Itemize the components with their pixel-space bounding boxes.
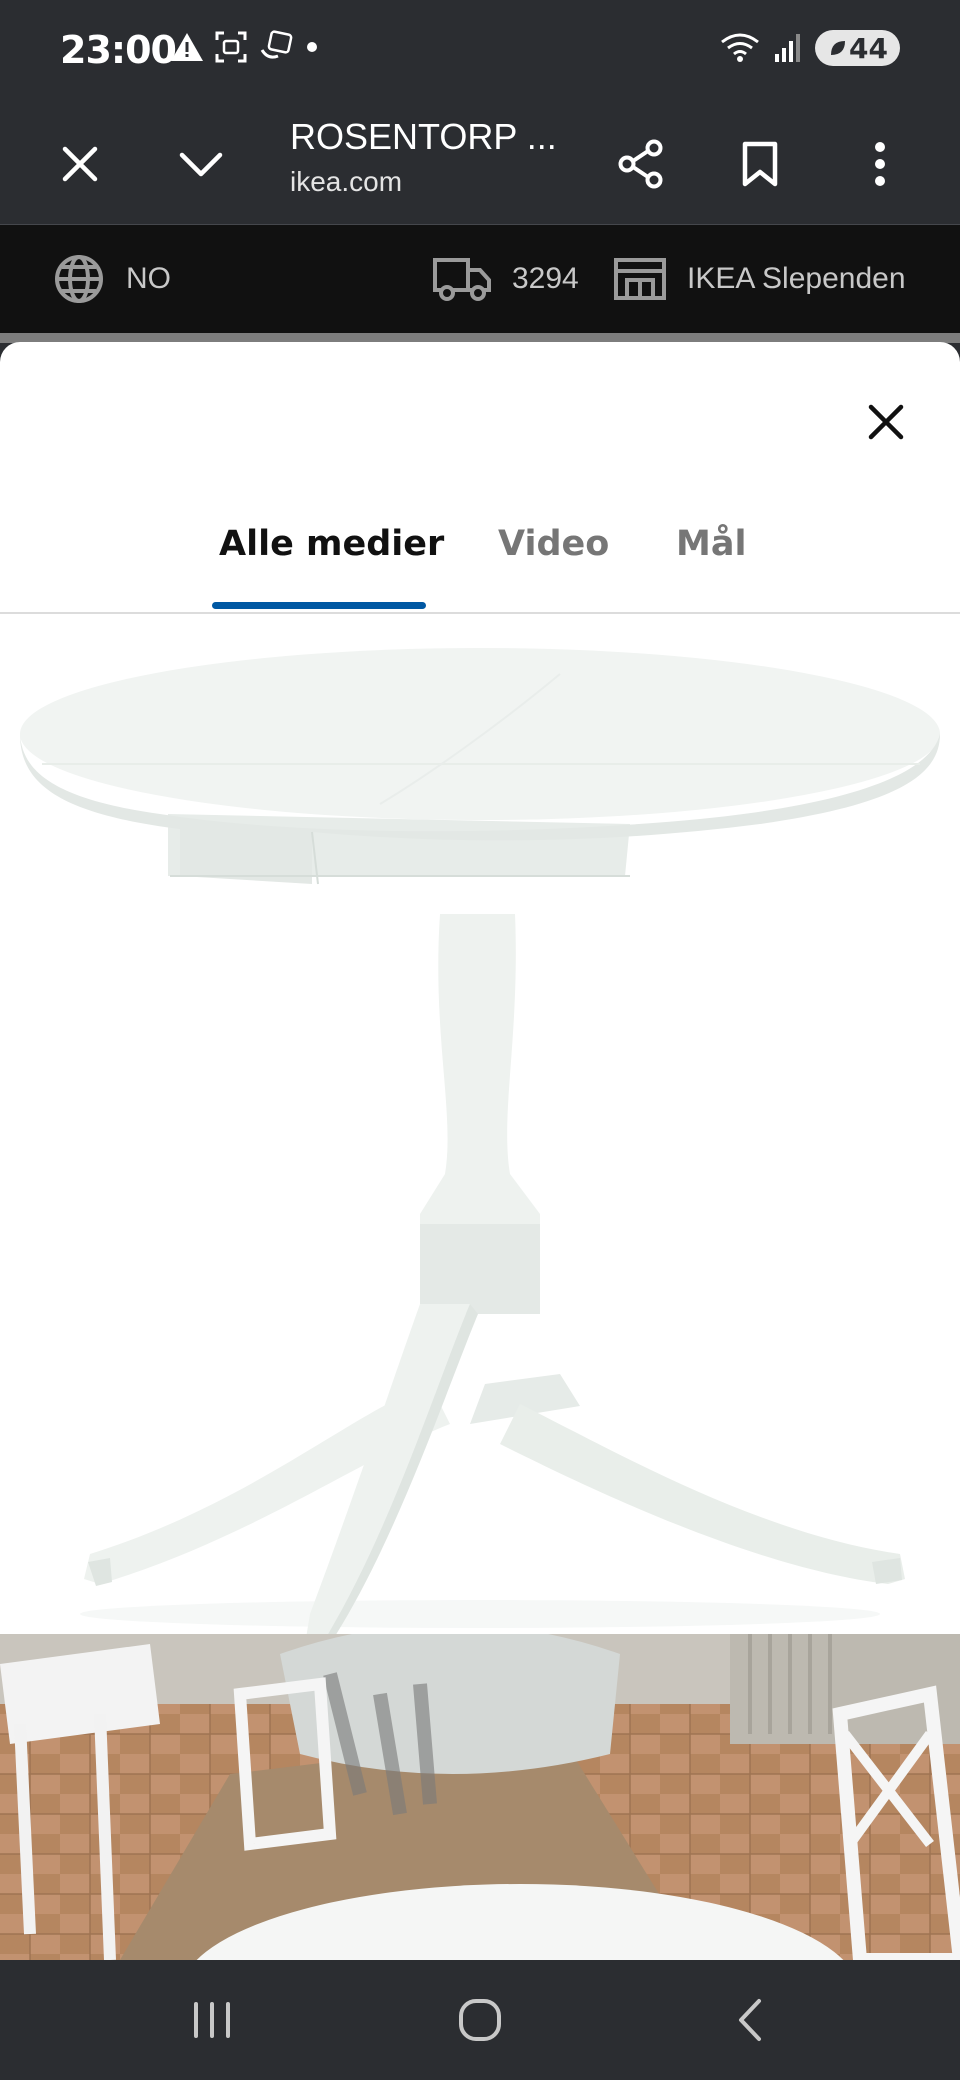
chevron-down-icon: [179, 152, 223, 177]
status-bar: 23:00 44: [0, 0, 960, 104]
store-icon: [614, 258, 666, 300]
table-illustration: [0, 614, 960, 1644]
recent-apps-icon: [194, 2002, 230, 2038]
close-tab-button[interactable]: [44, 128, 116, 200]
notification-icons: [170, 30, 320, 64]
page-title: ROSENTORP ...: [290, 116, 557, 157]
close-icon: [868, 404, 904, 440]
home-icon: [459, 1999, 501, 2041]
dot-icon: [307, 42, 317, 52]
wifi-icon: [721, 33, 759, 62]
status-time: 23:00: [60, 28, 177, 72]
tab-alle-medier[interactable]: Alle medier: [219, 524, 444, 564]
tab-mal[interactable]: Mål: [676, 524, 746, 564]
language-selector[interactable]: NO: [52, 249, 171, 309]
product-image[interactable]: [0, 614, 960, 1644]
warning-icon: [171, 33, 203, 61]
bookmark-button[interactable]: [724, 128, 796, 200]
more-options-button[interactable]: [844, 128, 916, 200]
globe-icon: [55, 255, 103, 303]
screenshot-icon: [215, 31, 247, 63]
share-button[interactable]: [605, 128, 677, 200]
system-icons: 44: [719, 30, 900, 66]
system-navigation-bar: [0, 1960, 960, 2080]
ikea-header: NO 3294 IKEA Slependen: [0, 225, 960, 333]
back-icon: [739, 1999, 761, 2041]
share-icon: [618, 139, 663, 189]
lifestyle-image[interactable]: [0, 1634, 960, 1960]
delivery-truck-icon: [433, 258, 491, 301]
close-media-button[interactable]: [856, 392, 916, 452]
room-photo: [0, 1634, 960, 1960]
store-name: IKEA Slependen: [687, 262, 906, 295]
more-vertical-icon: [875, 142, 885, 186]
page-url: ikea.com: [290, 166, 403, 197]
media-tabs: Alle medier Video Mål: [0, 502, 960, 614]
battery-level: 44: [849, 31, 888, 65]
home-button[interactable]: [440, 1990, 520, 2050]
store-selector[interactable]: IKEA Slependen: [613, 249, 906, 309]
close-icon: [62, 146, 98, 182]
media-viewer-sheet: Alle medier Video Mål: [0, 342, 960, 1960]
minimize-button[interactable]: [165, 128, 237, 200]
battery-indicator: 44: [815, 30, 900, 66]
battery-saver-icon: [831, 41, 846, 55]
bookmark-icon: [742, 141, 778, 187]
postcode-label: 3294: [512, 262, 579, 295]
back-button[interactable]: [710, 1990, 790, 2050]
tab-video[interactable]: Video: [498, 524, 609, 564]
signal-icon: [775, 34, 801, 62]
language-code: NO: [126, 262, 171, 295]
active-tab-indicator: [212, 602, 426, 609]
browser-toolbar: ROSENTORP ... ikea.com: [0, 104, 960, 225]
recent-apps-button[interactable]: [172, 1990, 252, 2050]
delivery-postcode[interactable]: 3294: [432, 249, 579, 309]
gallery-icon: [260, 30, 293, 59]
